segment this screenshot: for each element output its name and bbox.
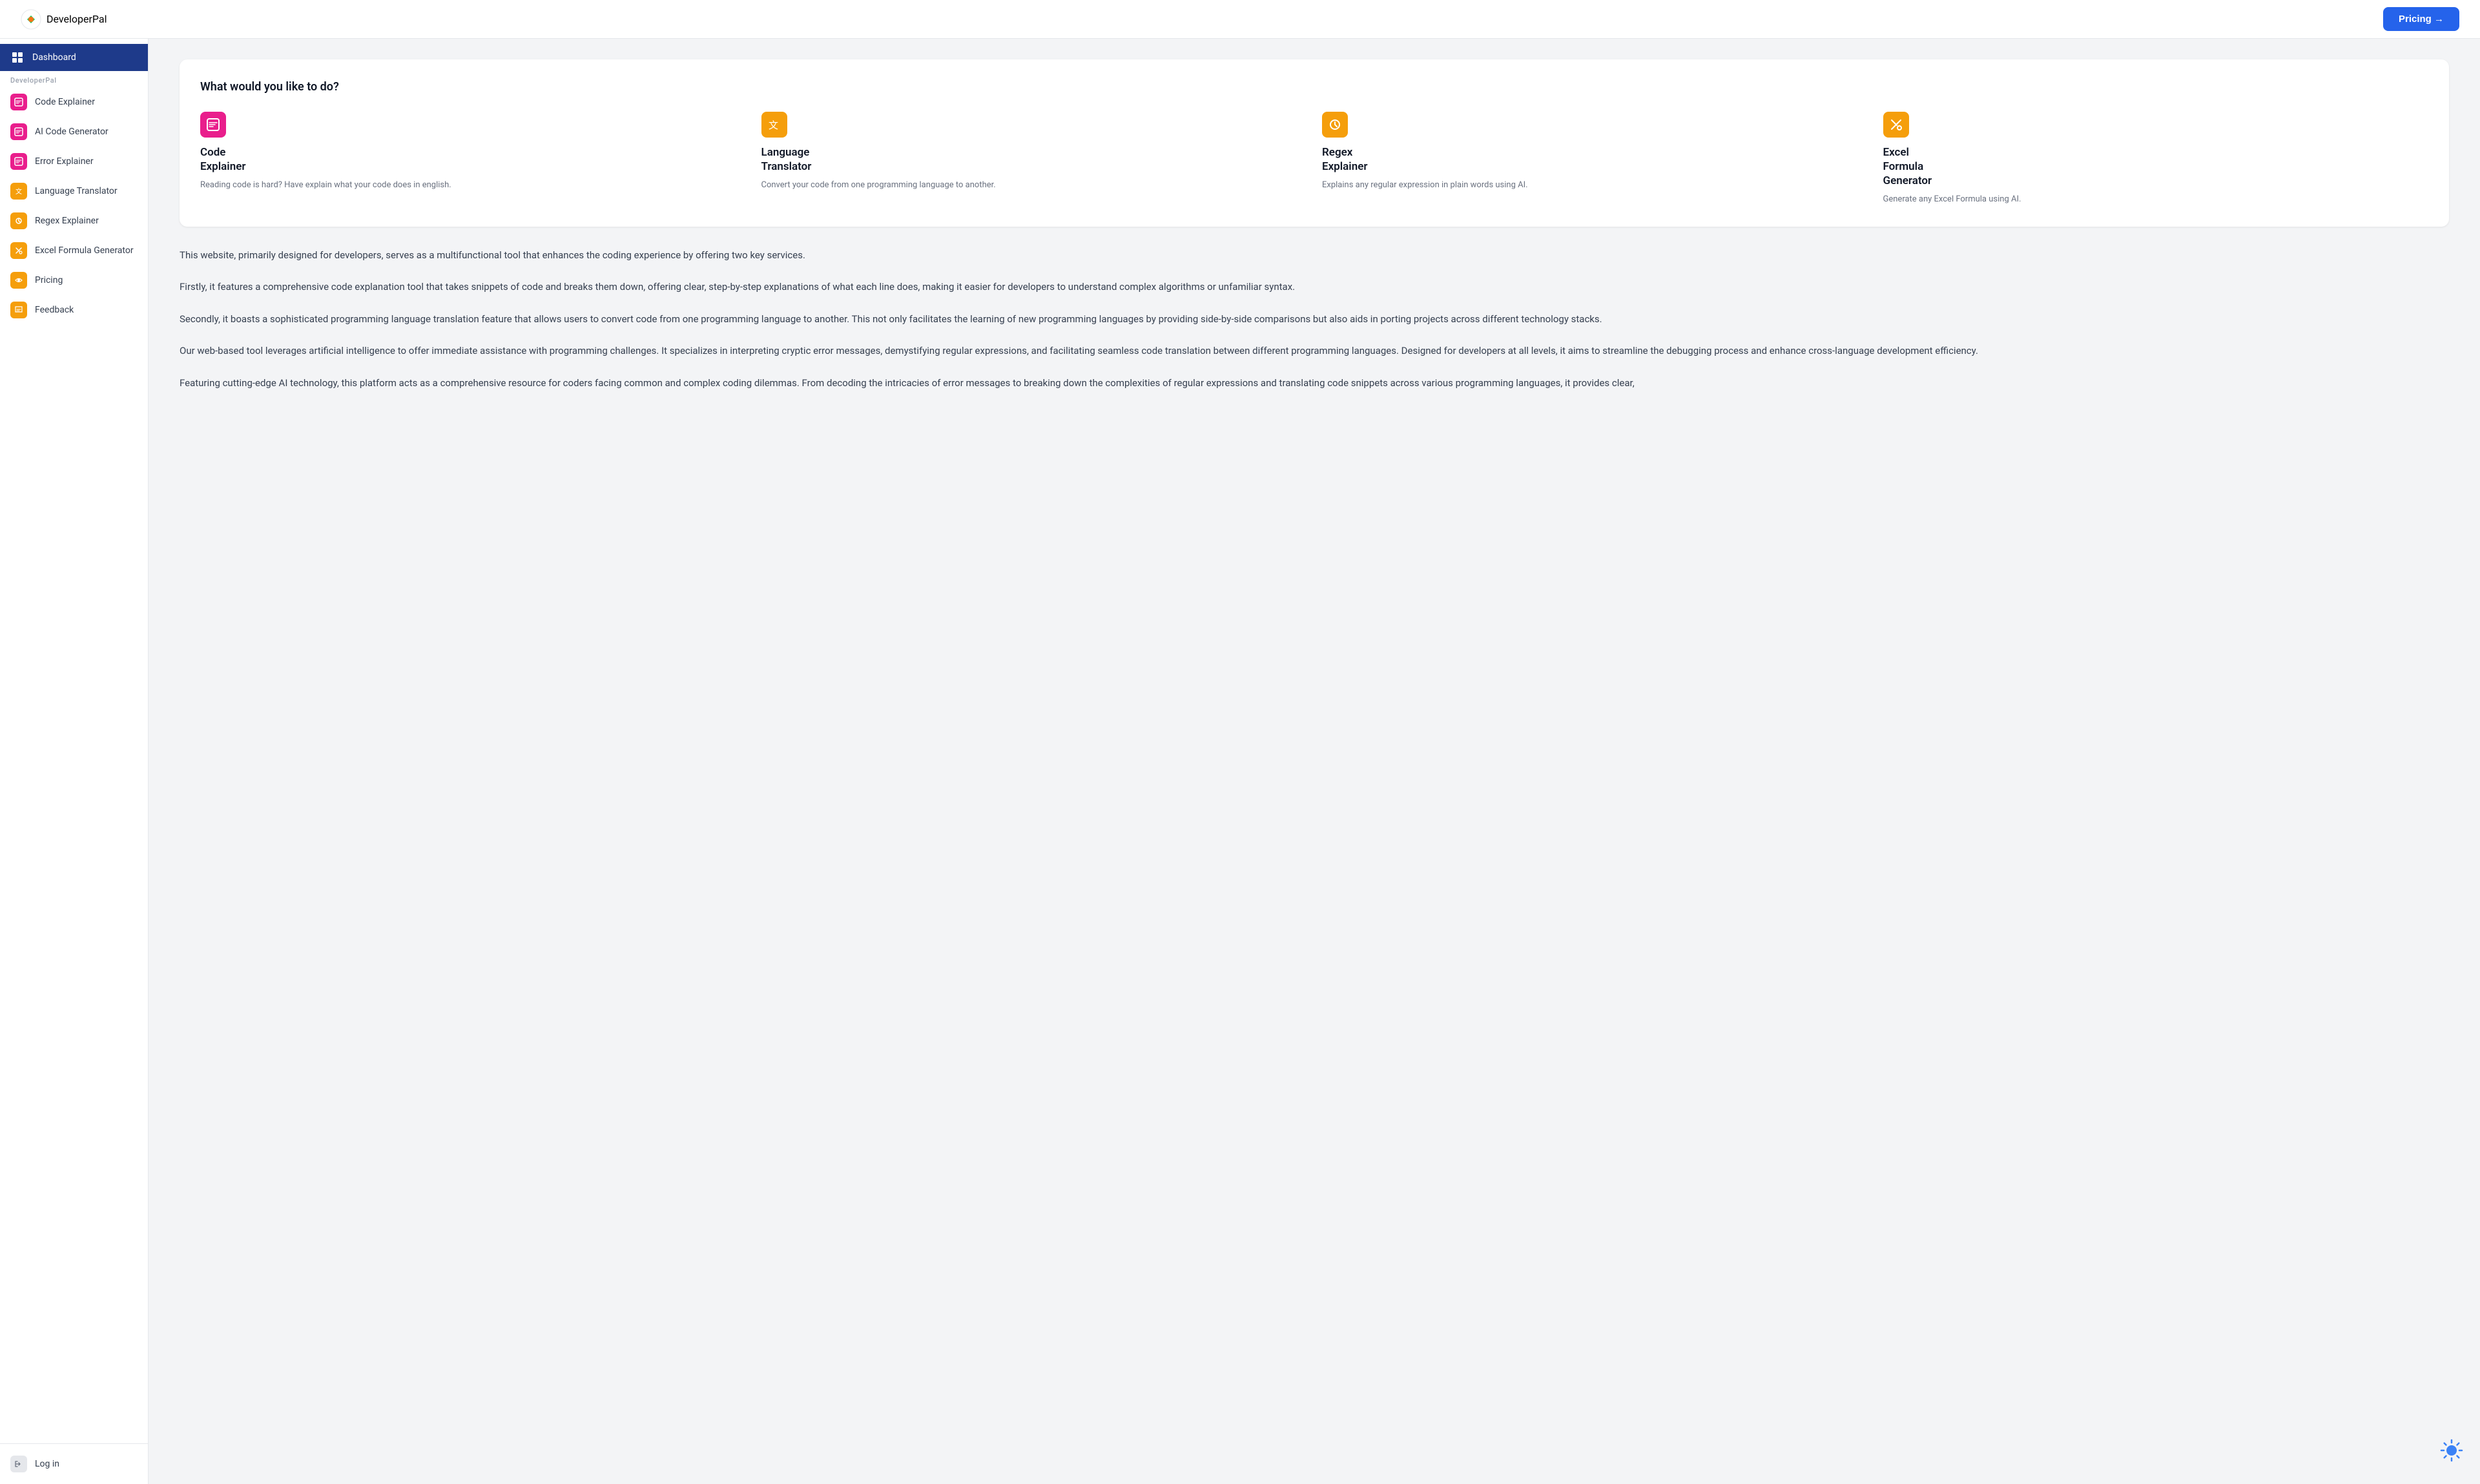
sidebar-item-regex-explainer[interactable]: Regex Explainer — [0, 206, 148, 236]
error-explainer-icon — [10, 153, 27, 170]
excel-formula-icon — [10, 242, 27, 259]
logo-text: DeveloperPal — [46, 13, 107, 25]
sidebar-item-excel-formula-generator[interactable]: Excel Formula Generator — [0, 236, 148, 265]
pricing-header-button[interactable]: Pricing → — [2383, 7, 2459, 31]
sun-icon[interactable] — [2439, 1438, 2464, 1469]
sidebar-item-dashboard[interactable]: Dashboard — [0, 44, 148, 71]
tool-language-translator-name: LanguageTranslator — [761, 145, 1307, 174]
tool-excel-formula-desc: Generate any Excel Formula using AI. — [1883, 193, 2429, 206]
sidebar-item-ai-code-generator[interactable]: AI Code Generator — [0, 117, 148, 147]
main-content: What would you like to do? CodeExplainer… — [149, 39, 2480, 1484]
tool-regex-explainer-desc: Explains any regular expression in plain… — [1322, 179, 1868, 192]
sidebar-item-feedback[interactable]: Feedback — [0, 295, 148, 325]
header: DeveloperPal Pricing → — [0, 0, 2480, 39]
svg-text:文: 文 — [769, 120, 778, 131]
paragraph-1: This website, primarily designed for dev… — [180, 247, 2449, 264]
paragraph-5: Featuring cutting-edge AI technology, th… — [180, 375, 2449, 392]
tool-code-explainer[interactable]: CodeExplainer Reading code is hard? Have… — [200, 112, 746, 206]
language-translator-icon: 文 — [10, 183, 27, 200]
tool-regex-explainer[interactable]: RegexExplainer Explains any regular expr… — [1322, 112, 1868, 206]
sidebar-item-error-explainer[interactable]: Error Explainer — [0, 147, 148, 176]
tool-code-explainer-name: CodeExplainer — [200, 145, 746, 174]
tools-grid: CodeExplainer Reading code is hard? Have… — [200, 112, 2428, 206]
sidebar-item-ai-code-generator-label: AI Code Generator — [35, 127, 108, 137]
card-title: What would you like to do? — [200, 80, 2428, 94]
sidebar-item-pricing[interactable]: Pricing — [0, 265, 148, 295]
tool-code-explainer-icon — [200, 112, 226, 138]
sidebar: Dashboard DeveloperPal Code Explainer AI… — [0, 39, 149, 1484]
sidebar-item-language-translator[interactable]: 文 Language Translator — [0, 176, 148, 206]
sidebar-item-regex-explainer-label: Regex Explainer — [35, 216, 99, 226]
svg-text:文: 文 — [16, 187, 22, 196]
dashboard-icon — [10, 50, 25, 65]
pricing-icon — [10, 272, 27, 289]
tool-regex-explainer-icon — [1322, 112, 1348, 138]
code-explainer-icon — [10, 94, 27, 110]
sidebar-item-language-translator-label: Language Translator — [35, 186, 118, 196]
tool-excel-formula-name: ExcelFormulaGenerator — [1883, 145, 2429, 188]
tools-card: What would you like to do? CodeExplainer… — [180, 59, 2449, 227]
sidebar-item-dashboard-label: Dashboard — [32, 52, 76, 63]
paragraph-3: Secondly, it boasts a sophisticated prog… — [180, 311, 2449, 328]
regex-explainer-icon — [10, 212, 27, 229]
sidebar-item-login-label: Log in — [35, 1459, 59, 1469]
ai-code-generator-icon — [10, 123, 27, 140]
sidebar-bottom: Log in — [0, 1443, 148, 1484]
sidebar-item-error-explainer-label: Error Explainer — [35, 156, 94, 167]
tool-excel-formula-icon — [1883, 112, 1909, 138]
tool-language-translator-icon: 文 — [761, 112, 787, 138]
tool-regex-explainer-name: RegexExplainer — [1322, 145, 1868, 174]
logo-icon — [21, 9, 41, 30]
sidebar-item-pricing-label: Pricing — [35, 275, 63, 285]
paragraph-4: Our web-based tool leverages artificial … — [180, 343, 2449, 360]
tool-excel-formula-generator[interactable]: ExcelFormulaGenerator Generate any Excel… — [1883, 112, 2429, 206]
sidebar-item-feedback-label: Feedback — [35, 305, 74, 315]
sidebar-item-login[interactable]: Log in — [0, 1449, 148, 1479]
tool-language-translator[interactable]: 文 LanguageTranslator Convert your code f… — [761, 112, 1307, 206]
sidebar-item-excel-formula-generator-label: Excel Formula Generator — [35, 245, 134, 256]
sidebar-item-code-explainer[interactable]: Code Explainer — [0, 87, 148, 117]
tool-language-translator-desc: Convert your code from one programming l… — [761, 179, 1307, 192]
layout: Dashboard DeveloperPal Code Explainer AI… — [0, 39, 2480, 1484]
sidebar-item-code-explainer-label: Code Explainer — [35, 97, 95, 107]
tool-code-explainer-desc: Reading code is hard? Have explain what … — [200, 179, 746, 192]
login-icon — [10, 1456, 27, 1472]
feedback-icon — [10, 302, 27, 318]
sidebar-section-label: DeveloperPal — [0, 71, 148, 87]
paragraph-2: Firstly, it features a comprehensive cod… — [180, 279, 2449, 296]
logo-area[interactable]: DeveloperPal — [21, 9, 107, 30]
